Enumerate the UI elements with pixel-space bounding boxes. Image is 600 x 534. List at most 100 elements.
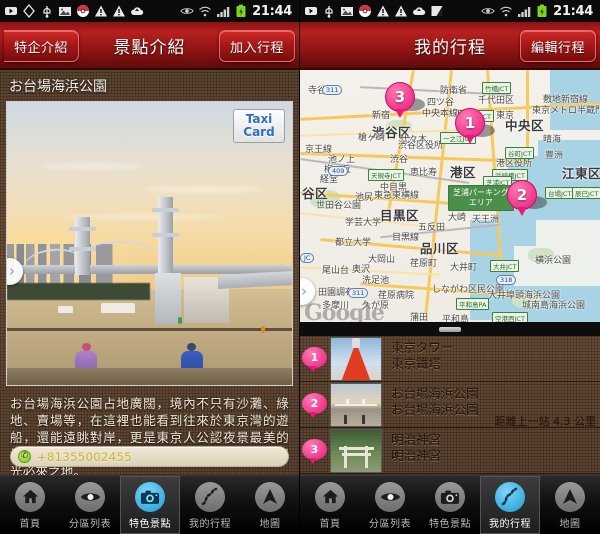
battery-icon xyxy=(236,4,246,17)
right-header-bar: 我的行程 編輯行程 xyxy=(300,22,600,70)
tab-area-list[interactable]: 分區列表 xyxy=(60,476,120,534)
map-route-shield: JC xyxy=(300,253,315,263)
home-icon xyxy=(14,481,46,513)
route-icon xyxy=(494,481,526,513)
list-item[interactable]: 3 明治神宮 明治神宮 xyxy=(300,428,600,474)
taxi-card-line2: Card xyxy=(243,125,275,139)
map-pin-tail xyxy=(395,109,405,118)
status-left-icons-right xyxy=(304,4,444,18)
map-parking-area-label: 芝浦パーキング エリア xyxy=(448,185,514,211)
itinerary-distance: 距離上一站 4.3 公里 xyxy=(494,414,597,428)
map-label: 都立大学 xyxy=(335,238,372,248)
map-junction-label: 竹橋JCT xyxy=(482,82,512,94)
tab-featured-spots[interactable]: 特色景點 xyxy=(120,476,180,534)
tab-home[interactable]: 首頁 xyxy=(0,476,60,534)
photo-boat xyxy=(58,305,73,314)
battery-icon xyxy=(537,4,547,17)
map-label: 東京 xyxy=(496,111,515,121)
map-label: 防衛省 xyxy=(440,86,468,96)
phone-number[interactable]: +81355002455 xyxy=(37,450,132,464)
spot-photo[interactable]: Taxi Card › xyxy=(6,101,293,386)
map-pin-tail xyxy=(465,135,475,144)
map-label: 渋谷区役所 xyxy=(398,141,444,151)
edit-itinerary-button[interactable]: 編輯行程 xyxy=(519,30,596,62)
photo-foreground xyxy=(7,368,292,385)
map-junction-label: 大井JCT xyxy=(490,260,520,272)
itinerary-badge-number: 1 xyxy=(302,347,327,368)
tab-area-list[interactable]: 分區列表 xyxy=(360,476,420,534)
meiji-shrine-thumb[interactable] xyxy=(330,428,382,473)
tab-my-itinerary[interactable]: 我的行程 xyxy=(180,476,240,534)
itinerary-badge-number: 3 xyxy=(302,439,327,460)
map-junction-label: 天現寺JCT xyxy=(368,169,404,181)
left-panel-spot-detail: 21:44 特企介紹 景點介紹 加入行程 お台場海浜公園 Taxi Card ›… xyxy=(0,0,300,534)
map-label: 中央本線 xyxy=(422,109,459,119)
map-label: 平和島 xyxy=(442,315,470,322)
itinerary-name-zh: 東京鐵塔 xyxy=(391,355,442,371)
tab-my-itinerary-label: 我的行程 xyxy=(189,518,231,530)
right-tab-bar: 首頁 分區列表 特色景點 我的行程 地圖 xyxy=(300,475,600,534)
map-pin[interactable]: 1 xyxy=(455,108,495,144)
warning-icon-2 xyxy=(113,5,125,17)
phone-bar[interactable]: ✆ +81355002455 xyxy=(10,446,289,467)
map-label: 蒲田 xyxy=(410,313,429,322)
itinerary-text: 東京タワー 東京鐵塔 xyxy=(391,337,600,381)
tab-home-label: 首頁 xyxy=(19,518,41,530)
tab-map[interactable]: 地圖 xyxy=(240,476,299,534)
map-label: 大井町 xyxy=(450,263,478,273)
camera-icon xyxy=(434,481,466,513)
map-label: 目黒区 xyxy=(380,208,420,223)
home-icon xyxy=(314,481,346,513)
spot-title: お台場海浜公園 xyxy=(9,79,107,95)
map-label: 大岡山 xyxy=(368,255,396,265)
itinerary-badge-number: 2 xyxy=(302,393,327,414)
eye-icon xyxy=(374,481,406,513)
itinerary-list[interactable]: 1 東京タワー 東京鐵塔 2 お台場海浜公園 お台場海浜公園 距離上一站 4.3… xyxy=(300,336,600,475)
screenshot-icon xyxy=(431,6,443,16)
taxi-card-button[interactable]: Taxi Card xyxy=(233,109,285,143)
left-tab-bar: 首頁 分區列表 特色景點 我的行程 地圖 xyxy=(0,475,299,534)
map-pin-number: 2 xyxy=(507,180,537,210)
map-label: 品川区 xyxy=(420,241,460,256)
itinerary-map[interactable]: 渋谷区 中央区 港区 江東区 目黒区 品川区 谷区 千代田区 四ツ谷 防衛省 中央本線 東京 渋谷 恵比寿… xyxy=(300,70,600,322)
camera-icon xyxy=(134,481,166,513)
tab-my-itinerary[interactable]: 我的行程 xyxy=(480,476,540,534)
left-header-bar: 特企介紹 景點介紹 加入行程 xyxy=(0,22,299,70)
map-label: 尾山台 xyxy=(322,266,350,276)
map-route-shield: 409 xyxy=(328,166,349,176)
eye-icon xyxy=(481,8,495,14)
odaiba-park-thumb[interactable] xyxy=(330,382,382,427)
photo-bridge-tower xyxy=(151,196,180,275)
list-item[interactable]: 2 お台場海浜公園 お台場海浜公園 距離上一站 4.3 公里 xyxy=(300,382,600,428)
status-left-icons xyxy=(4,4,144,18)
map-pin[interactable]: 3 xyxy=(385,82,425,118)
list-item[interactable]: 1 東京タワー 東京鐵塔 xyxy=(300,336,600,382)
photo-cloud xyxy=(143,186,264,192)
tab-home[interactable]: 首頁 xyxy=(300,476,360,534)
map-route-shield: 311 xyxy=(322,85,343,95)
map-pin[interactable]: 2 xyxy=(507,180,547,216)
status-right-icons-right: 21:44 xyxy=(481,4,596,19)
compass-icon xyxy=(554,481,586,513)
map-label: 大崎 xyxy=(448,213,467,223)
itinerary-text: 明治神宮 明治神宮 xyxy=(391,429,600,473)
tokyo-tower-thumb[interactable] xyxy=(330,336,382,381)
itinerary-name-jp: 東京タワー xyxy=(391,339,454,355)
itinerary-name-zh: 明治神宮 xyxy=(391,447,442,463)
itinerary-badge: 2 xyxy=(302,393,327,418)
photo-boat xyxy=(101,302,136,313)
route-icon xyxy=(194,481,226,513)
feature-intro-button[interactable]: 特企介紹 xyxy=(4,30,80,62)
add-to-itinerary-button[interactable]: 加入行程 xyxy=(218,30,295,62)
right-panel-my-itinerary: 21:44 我的行程 編輯行程 渋谷区 中央区 港区 江東区 目黒区 品川区 谷… xyxy=(300,0,600,534)
photo-canvas xyxy=(7,102,292,385)
left-content-area: お台場海浜公園 Taxi Card › お台場海浜公園占地廣闊，境內不只有沙灘、… xyxy=(0,70,299,479)
map-label: 洗足池 xyxy=(362,276,390,286)
map-label: 港区 xyxy=(450,165,477,180)
map-route-shield: 311 xyxy=(348,288,369,298)
tab-map[interactable]: 地圖 xyxy=(540,476,600,534)
map-label: 江東区 xyxy=(562,166,600,181)
map-list-drag-handle[interactable] xyxy=(300,322,600,336)
map-label: 天王洲 xyxy=(472,215,500,225)
tab-featured-spots[interactable]: 特色景點 xyxy=(420,476,480,534)
